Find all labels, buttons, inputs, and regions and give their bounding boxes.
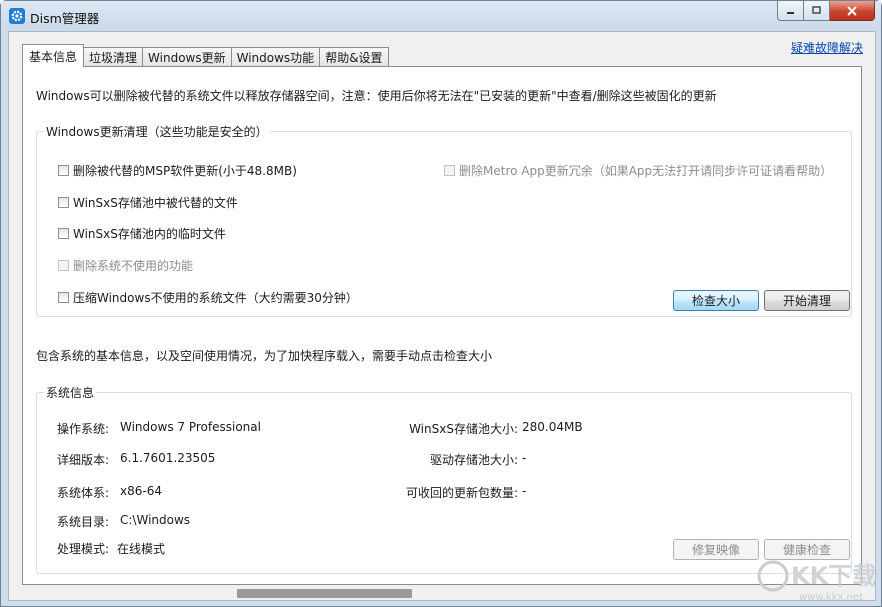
driver-store-value: - bbox=[522, 451, 526, 465]
checkbox-label: 删除被代替的MSP软件更新(小于48.8MB) bbox=[73, 162, 297, 179]
checkbox-box bbox=[58, 260, 69, 271]
close-icon bbox=[847, 6, 857, 16]
check-size-button[interactable]: 检查大小 bbox=[673, 290, 759, 311]
winsxs-superseded-checkbox[interactable]: WinSxS存储池中被代替的文件 bbox=[58, 194, 238, 211]
os-value: Windows 7 Professional bbox=[120, 420, 261, 434]
window-controls bbox=[777, 1, 875, 21]
close-button[interactable] bbox=[830, 1, 875, 21]
compress-system-files-checkbox[interactable]: 压缩Windows不使用的系统文件（大约需要30分钟） bbox=[58, 289, 358, 306]
checkbox-label: 删除Metro App更新冗余（如果App无法打开请同步许可证请看帮助） bbox=[459, 162, 832, 179]
recoverable-updates-label: 可收回的更新包数量: bbox=[406, 484, 518, 501]
checkbox-label: WinSxS存储池中被代替的文件 bbox=[73, 194, 238, 211]
version-label: 详细版本: bbox=[57, 451, 109, 468]
tab-help-settings[interactable]: 帮助&设置 bbox=[319, 47, 388, 67]
tab-windows-update[interactable]: Windows更新 bbox=[142, 47, 232, 67]
minimize-icon bbox=[786, 6, 795, 15]
tab-windows-features[interactable]: Windows功能 bbox=[231, 47, 321, 67]
window-title: Dism管理器 bbox=[30, 8, 99, 27]
mode-label: 处理模式: bbox=[57, 540, 109, 557]
sysinfo-hint: 包含系统的基本信息，以及空间使用情况，为了加快程序载入，需要手动点击检查大小 bbox=[36, 347, 492, 364]
title-bar[interactable]: Dism管理器 bbox=[1, 1, 881, 31]
dir-label: 系统目录: bbox=[57, 513, 109, 530]
tab-junk-cleanup[interactable]: 垃圾清理 bbox=[83, 47, 143, 67]
minimize-button[interactable] bbox=[777, 1, 804, 21]
version-value: 6.1.7601.23505 bbox=[120, 451, 215, 465]
checkbox-label: 删除系统不使用的功能 bbox=[73, 257, 193, 274]
arch-value: x86-64 bbox=[120, 484, 162, 498]
checkbox-box bbox=[58, 228, 69, 239]
os-label: 操作系统: bbox=[57, 420, 109, 437]
maximize-button[interactable] bbox=[804, 1, 830, 21]
svg-text:KK下载: KK下载 bbox=[791, 562, 875, 590]
repair-image-button[interactable]: 修复映像 bbox=[673, 539, 759, 560]
tab-basic-info[interactable]: 基本信息 bbox=[22, 44, 84, 67]
winsxs-temp-checkbox[interactable]: WinSxS存储池内的临时文件 bbox=[58, 225, 226, 242]
remove-metro-app-checkbox[interactable]: 删除Metro App更新冗余（如果App无法打开请同步许可证请看帮助） bbox=[444, 162, 832, 179]
checkbox-box bbox=[58, 165, 69, 176]
gear-icon bbox=[9, 8, 25, 24]
start-clean-button[interactable]: 开始清理 bbox=[764, 290, 850, 311]
update-cleanup-group: Windows更新清理（这些功能是安全的） 删除被代替的MSP软件更新(小于48… bbox=[36, 131, 852, 317]
svg-text:www.kkx.net: www.kkx.net bbox=[799, 592, 863, 603]
checkbox-box bbox=[58, 292, 69, 303]
update-cleanup-title: Windows更新清理（这些功能是安全的） bbox=[44, 123, 270, 140]
troubleshooting-link[interactable]: 疑难故障解决 bbox=[791, 39, 863, 56]
winsxs-value: 280.04MB bbox=[522, 420, 583, 434]
checkbox-box bbox=[444, 165, 455, 176]
arch-label: 系统体系: bbox=[57, 484, 109, 501]
watermark-logo: KK下载 www.kkx.net bbox=[757, 552, 875, 604]
checkbox-label: WinSxS存储池内的临时文件 bbox=[73, 225, 226, 242]
tab-strip: 基本信息 垃圾清理 Windows更新 Windows功能 帮助&设置 bbox=[22, 45, 388, 67]
system-info-title: 系统信息 bbox=[44, 384, 96, 401]
remove-unused-features-checkbox[interactable]: 删除系统不使用的功能 bbox=[58, 257, 193, 274]
client-area: 基本信息 垃圾清理 Windows更新 Windows功能 帮助&设置 疑难故障… bbox=[8, 31, 876, 601]
recoverable-updates-value: - bbox=[522, 484, 526, 498]
cleanup-notice: Windows可以删除被代替的系统文件以释放存储器空间，注意：使用后你将无法在"… bbox=[36, 87, 717, 104]
maximize-icon bbox=[812, 6, 821, 15]
app-window: Dism管理器 基本信息 垃圾清理 Windows更新 Windows功能 帮助… bbox=[0, 0, 882, 607]
mode-value: 在线模式 bbox=[117, 540, 165, 557]
winsxs-label: WinSxS存储池大小: bbox=[409, 420, 518, 437]
horizontal-scrollbar[interactable] bbox=[237, 589, 412, 598]
checkbox-box bbox=[58, 197, 69, 208]
dir-value: C:\Windows bbox=[120, 513, 190, 527]
remove-msp-checkbox[interactable]: 删除被代替的MSP软件更新(小于48.8MB) bbox=[58, 162, 297, 179]
basic-info-panel: Windows可以删除被代替的系统文件以释放存储器空间，注意：使用后你将无法在"… bbox=[22, 66, 862, 585]
driver-store-label: 驱动存储池大小: bbox=[430, 451, 518, 468]
checkbox-label: 压缩Windows不使用的系统文件（大约需要30分钟） bbox=[73, 289, 358, 306]
system-info-group: 系统信息 操作系统: Windows 7 Professional 详细版本: … bbox=[36, 392, 852, 574]
